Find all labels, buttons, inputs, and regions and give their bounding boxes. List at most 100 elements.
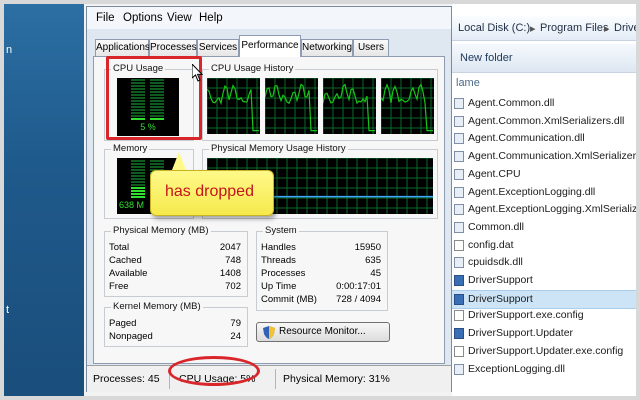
stat-row: Up Time 0:00:17:01 bbox=[257, 281, 387, 294]
file-list-item[interactable]: cpuidsdk.dll bbox=[452, 254, 636, 271]
meter-segment bbox=[131, 181, 145, 183]
config-file-icon bbox=[454, 345, 464, 357]
cpu-core-plot bbox=[381, 78, 434, 134]
file-list-item[interactable]: Agent.Communication.dll bbox=[452, 130, 636, 147]
dll-file-icon bbox=[454, 168, 464, 180]
resource-monitor-label: Resource Monitor... bbox=[279, 326, 366, 337]
menu-help[interactable]: Help bbox=[199, 12, 223, 24]
cpu-core-graph bbox=[323, 78, 376, 134]
file-list-item[interactable]: Agent.ExceptionLogging.XmlSerializers. bbox=[452, 201, 640, 218]
stat-value: 15950 bbox=[354, 242, 381, 253]
tab-users[interactable]: Users bbox=[353, 39, 389, 56]
file-name: Agent.Common.dll bbox=[468, 97, 555, 109]
menu-options[interactable]: Options bbox=[123, 12, 163, 24]
stat-label: Commit (MB) bbox=[261, 294, 317, 305]
dll-file-icon bbox=[454, 221, 464, 233]
callout-text: has dropped bbox=[165, 183, 254, 200]
callout-pointer bbox=[172, 152, 186, 170]
explorer-window: Local Disk (C:) ▸ Program Files ▸ Drive … bbox=[452, 4, 640, 396]
physical-memory-title: Physical Memory (MB) bbox=[111, 225, 211, 236]
file-name: Agent.Common.XmlSerializers.dll bbox=[468, 114, 625, 127]
file-name: DriverSupport bbox=[468, 274, 533, 286]
stat-row: Nonpaged 24 bbox=[105, 331, 247, 344]
stat-row: Cached 748 bbox=[105, 255, 247, 268]
menu-view[interactable]: View bbox=[167, 12, 192, 24]
uac-shield-icon bbox=[263, 326, 275, 339]
tab-strip: Applications Processes Services Performa… bbox=[95, 35, 445, 57]
system-title: System bbox=[263, 225, 299, 236]
meter-segment bbox=[131, 175, 145, 177]
stat-value: 635 bbox=[365, 255, 381, 266]
new-folder-button[interactable]: New folder bbox=[460, 52, 513, 64]
mouse-cursor-icon bbox=[192, 64, 204, 82]
cpu-core-graph bbox=[265, 78, 318, 134]
status-divider bbox=[275, 369, 276, 389]
status-bar: Processes: 45 CPU Usage: 5% Physical Mem… bbox=[87, 365, 451, 392]
stat-row: Threads 635 bbox=[257, 255, 387, 268]
cpu-core-plot bbox=[323, 78, 376, 134]
dll-file-icon bbox=[454, 98, 464, 109]
stat-value: 24 bbox=[230, 331, 241, 342]
file-list-item[interactable]: Agent.Common.dll bbox=[452, 95, 636, 112]
meter-segment bbox=[131, 190, 145, 192]
cpu-history-group: CPU Usage History bbox=[202, 63, 438, 141]
stat-row: Available 1408 bbox=[105, 268, 247, 281]
meter-segment bbox=[131, 166, 145, 168]
file-list-item[interactable]: Agent.Communication.XmlSerializers.d bbox=[452, 148, 640, 165]
stat-value: 728 / 4094 bbox=[336, 294, 381, 305]
stat-row: Handles 15950 bbox=[257, 242, 387, 255]
dll-file-icon bbox=[454, 257, 464, 269]
tab-services[interactable]: Services bbox=[197, 39, 239, 56]
stat-row: Total 2047 bbox=[105, 242, 247, 255]
file-list-item[interactable]: DriverSupport.Updater bbox=[452, 325, 636, 342]
meter-segment bbox=[131, 184, 145, 186]
file-list-item[interactable]: Common.dll bbox=[452, 219, 636, 236]
stat-value: 702 bbox=[225, 281, 241, 292]
stat-row: Processes 45 bbox=[257, 268, 387, 281]
dll-file-icon bbox=[454, 151, 464, 163]
file-list-item[interactable]: DriverSupport bbox=[452, 289, 636, 309]
file-list-item[interactable]: DriverSupport.Updater.exe.config bbox=[452, 343, 636, 360]
resource-monitor-button[interactable]: Resource Monitor... bbox=[256, 322, 390, 342]
file-list-item[interactable]: DriverSupport.exe.config bbox=[452, 307, 636, 324]
file-list-item[interactable]: ExceptionLogging.dll bbox=[452, 361, 636, 378]
stat-value: 45 bbox=[370, 268, 381, 279]
annotation-highlight-box bbox=[106, 56, 202, 140]
tab-networking[interactable]: Networking bbox=[301, 39, 353, 56]
explorer-address-bar[interactable]: Local Disk (C:) ▸ Program Files ▸ Drive bbox=[452, 16, 640, 41]
status-processes: Processes: 45 bbox=[93, 373, 160, 385]
breadcrumb-local-disk[interactable]: Local Disk (C:) bbox=[458, 22, 530, 34]
meter-segment bbox=[131, 160, 145, 162]
tab-processes[interactable]: Processes bbox=[149, 39, 197, 56]
tab-performance[interactable]: Performance bbox=[239, 35, 301, 57]
stat-label: Free bbox=[109, 281, 129, 292]
stat-value: 0:00:17:01 bbox=[336, 281, 381, 292]
file-name: Agent.CPU bbox=[468, 167, 521, 180]
meter-segment bbox=[150, 163, 164, 165]
breadcrumb-program-files[interactable]: Program Files bbox=[540, 22, 608, 34]
stat-label: Up Time bbox=[261, 281, 297, 292]
menu-file[interactable]: File bbox=[96, 12, 115, 24]
menu-bar: File Options View Help bbox=[87, 7, 451, 29]
annotation-callout: has dropped bbox=[150, 170, 274, 216]
system-group: System Handles 15950 Threads 635 Processes 45… bbox=[256, 225, 388, 311]
file-list-item[interactable]: DriverSupport bbox=[452, 272, 636, 289]
application-file-icon bbox=[454, 275, 464, 286]
cpu-history-title: CPU Usage History bbox=[209, 63, 296, 74]
breadcrumb-separator: ▸ bbox=[530, 23, 536, 35]
memory-title: Memory bbox=[111, 143, 150, 154]
file-name: Common.dll bbox=[468, 220, 525, 233]
annotation-ellipse bbox=[168, 356, 260, 386]
file-list-item[interactable]: Agent.Common.XmlSerializers.dll bbox=[452, 113, 636, 130]
file-list-item[interactable]: Agent.ExceptionLogging.dll bbox=[452, 184, 636, 201]
explorer-toolbar: New folder bbox=[452, 44, 636, 73]
file-name: Agent.ExceptionLogging.dll bbox=[468, 185, 596, 198]
file-list-item[interactable]: Agent.CPU bbox=[452, 166, 636, 183]
dll-file-icon bbox=[454, 363, 464, 375]
application-file-icon bbox=[454, 328, 464, 340]
column-header-name[interactable]: lame bbox=[452, 74, 636, 92]
dll-file-icon bbox=[454, 133, 464, 145]
breadcrumb-drive-folder[interactable]: Drive bbox=[614, 22, 640, 34]
file-list-item[interactable]: config.dat bbox=[452, 237, 636, 254]
tab-applications[interactable]: Applications bbox=[95, 39, 150, 56]
